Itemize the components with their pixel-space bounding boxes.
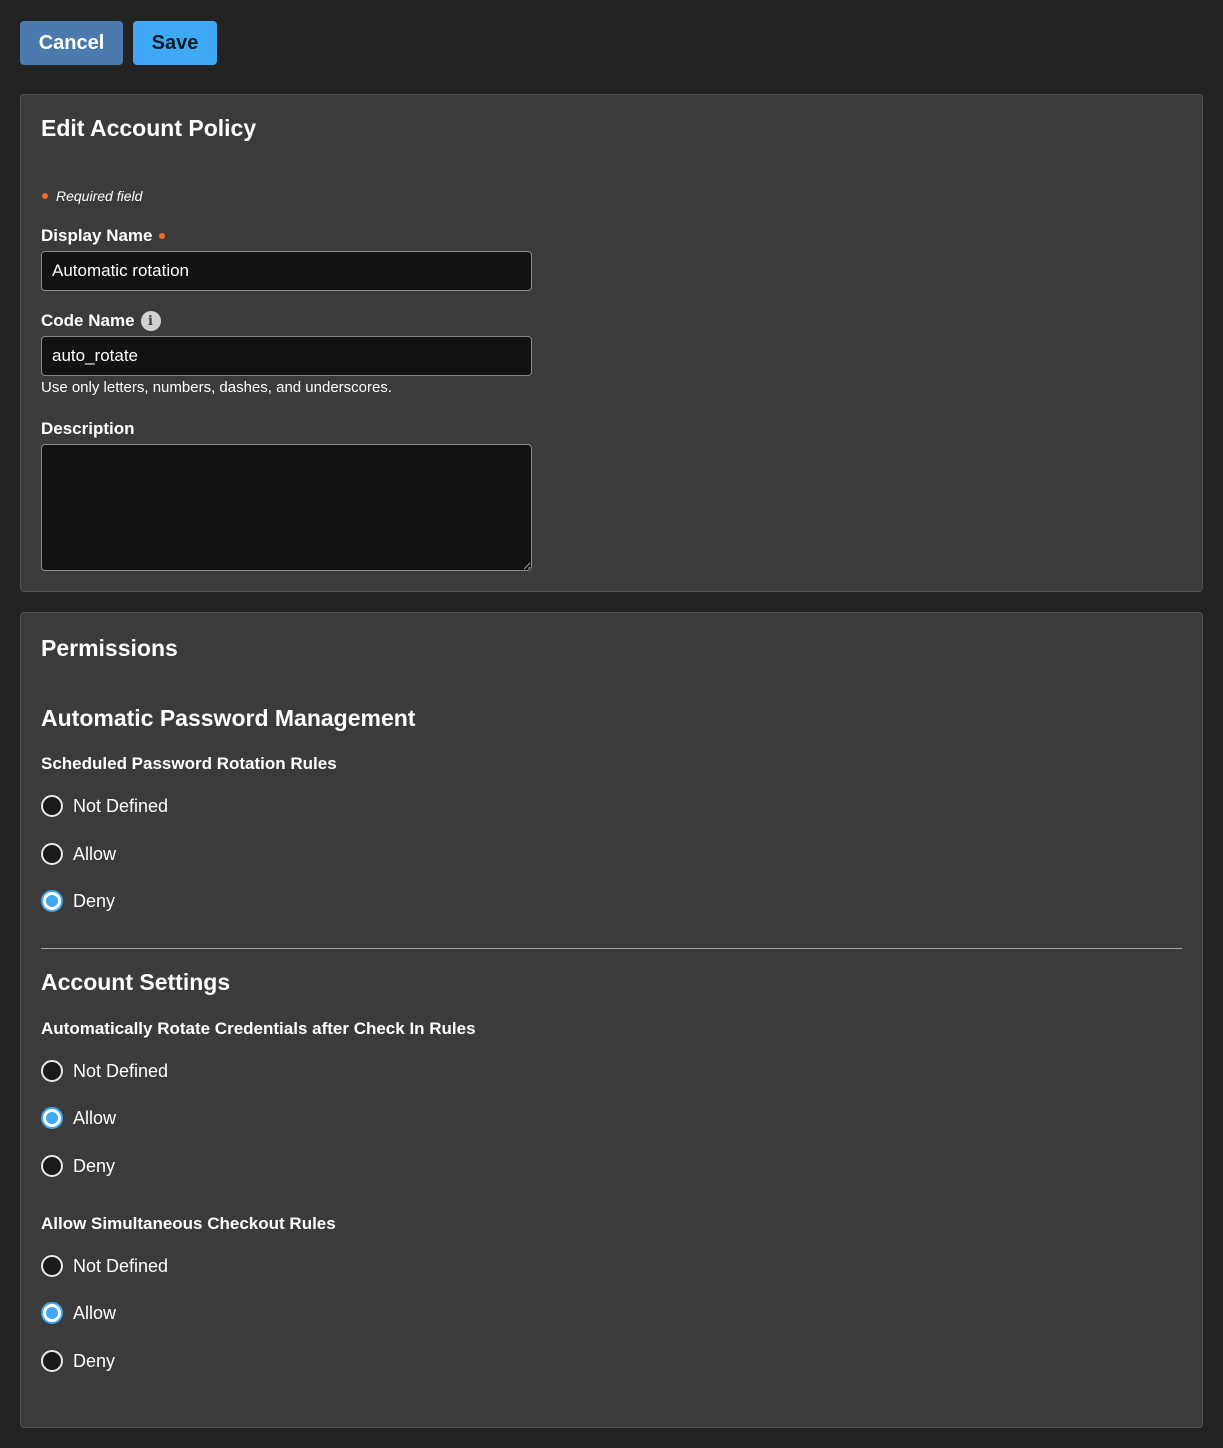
required-dot-icon [158, 233, 165, 239]
display-name-label: Display Name [41, 226, 165, 246]
radio-button-icon[interactable] [41, 1155, 63, 1177]
description-textarea[interactable] [41, 444, 532, 571]
permissions-title: Permissions [41, 635, 178, 661]
radio-button-icon[interactable] [41, 890, 63, 912]
description-label: Description [41, 419, 135, 438]
radio-button-icon[interactable] [41, 1350, 63, 1372]
permissions-panel: Permissions Automatic Password Managemen… [20, 612, 1203, 1428]
required-dot-icon [42, 193, 48, 199]
radio-label: Deny [73, 1350, 116, 1371]
toolbar: Cancel Save [20, 21, 217, 65]
radio-label: Not Defined [73, 1060, 169, 1081]
rule-label-auto-rotate-checkin: Automatically Rotate Credentials after C… [41, 1019, 476, 1038]
required-note-text: Required field [56, 188, 143, 204]
radio-simultaneous-not-defined[interactable]: Not Defined [41, 1255, 168, 1277]
edit-policy-panel: Edit Account Policy Required field Displ… [20, 94, 1203, 592]
radio-auto-rotate-allow[interactable]: Allow [41, 1107, 116, 1129]
radio-scheduled-allow[interactable]: Allow [41, 843, 116, 865]
section-divider [41, 948, 1182, 949]
save-button[interactable]: Save [133, 21, 217, 65]
radio-button-icon[interactable] [41, 1255, 63, 1277]
display-name-input[interactable] [41, 251, 532, 291]
radio-label: Allow [73, 843, 117, 864]
radio-auto-rotate-deny[interactable]: Deny [41, 1155, 115, 1177]
code-name-label-text: Code Name [41, 311, 135, 330]
rule-label-simultaneous-checkout: Allow Simultaneous Checkout Rules [41, 1214, 336, 1233]
required-note: Required field [42, 188, 142, 204]
radio-button-icon[interactable] [41, 1302, 63, 1324]
radio-scheduled-deny[interactable]: Deny [41, 890, 115, 912]
radio-simultaneous-deny[interactable]: Deny [41, 1350, 115, 1372]
info-icon[interactable]: i [140, 311, 161, 331]
radio-scheduled-not-defined[interactable]: Not Defined [41, 795, 168, 817]
rule-label-scheduled-rotation: Scheduled Password Rotation Rules [41, 754, 337, 773]
radio-label: Deny [73, 890, 116, 911]
display-name-label-text: Display Name [41, 226, 153, 245]
radio-button-icon[interactable] [41, 1060, 63, 1082]
code-name-input[interactable] [41, 336, 532, 376]
group-title-automatic-password-management: Automatic Password Management [41, 705, 416, 731]
page-title: Edit Account Policy [41, 115, 257, 141]
radio-label: Allow [73, 1302, 117, 1323]
radio-label: Not Defined [73, 1255, 169, 1276]
radio-label: Not Defined [73, 795, 169, 816]
radio-label: Deny [73, 1155, 116, 1176]
radio-auto-rotate-not-defined[interactable]: Not Defined [41, 1060, 168, 1082]
radio-button-icon[interactable] [41, 1107, 63, 1129]
radio-button-icon[interactable] [41, 843, 63, 865]
radio-button-icon[interactable] [41, 795, 63, 817]
cancel-button[interactable]: Cancel [20, 21, 123, 65]
code-name-label: Code Name i [41, 311, 161, 331]
code-name-help: Use only letters, numbers, dashes, and u… [41, 379, 393, 396]
radio-label: Allow [73, 1107, 117, 1128]
group-title-account-settings: Account Settings [41, 969, 231, 995]
radio-simultaneous-allow[interactable]: Allow [41, 1302, 116, 1324]
